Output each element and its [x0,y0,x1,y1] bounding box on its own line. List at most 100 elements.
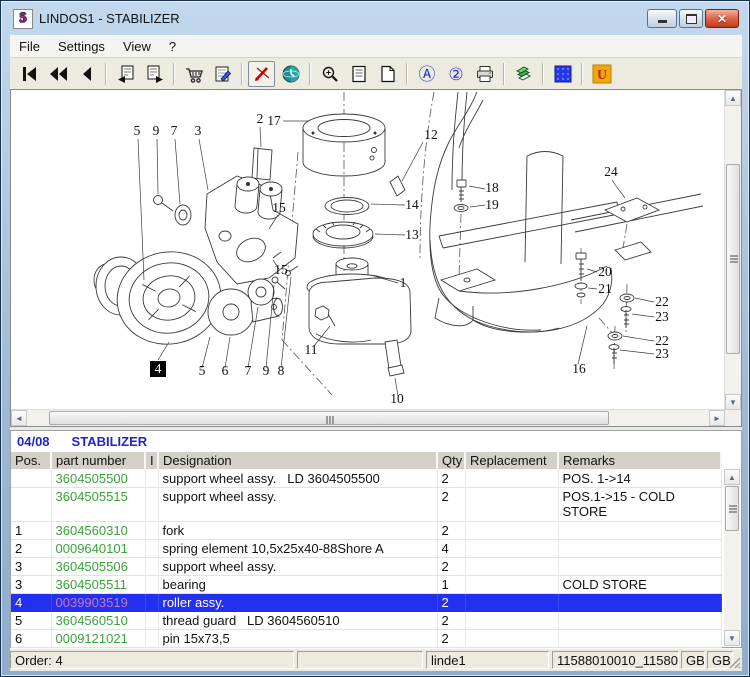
exploded-drawing[interactable]: 5 9 7 3 2 17 12 18 19 24 14 13 1 15 15 1… [11,90,725,410]
cart-icon [185,67,203,83]
menu-file[interactable]: File [10,37,49,56]
menu-settings[interactable]: Settings [49,37,114,56]
menu-view[interactable]: View [114,37,160,56]
toolbar-separator [309,62,311,85]
callout-5[interactable]: 5 [134,123,141,138]
col-designation[interactable]: Designation [158,452,438,470]
vscroll-thumb[interactable] [726,164,740,354]
callout-17[interactable]: 17 [267,113,281,128]
callout-23b[interactable]: 23 [655,346,669,361]
page-prev-icon [117,65,133,83]
table-row-selected[interactable]: 4 0039903519 roller assy. 2 [11,593,722,612]
cell-designation: fork [158,521,438,540]
col-part-number[interactable]: part number [51,452,146,470]
hscroll-thumb[interactable] [49,411,609,425]
callout-7b[interactable]: 7 [245,363,252,378]
cart-button[interactable] [180,61,207,87]
cell-part: 3604560310 [51,521,146,540]
callout-1[interactable]: 1 [400,275,407,290]
scroll-left-icon[interactable]: ◄ [11,410,27,426]
table-row[interactable]: 6 0009121021 pin 15x73,5 2 [11,629,722,648]
close-button[interactable]: ✕ [705,9,739,28]
table-row[interactable]: 1 3604560310 fork 2 [11,521,722,540]
doc-overview-button[interactable] [345,61,372,87]
marker-off-button[interactable] [248,60,275,87]
cell-i [145,469,159,488]
page-next-icon [147,65,163,83]
title-bar: 5 LINDOS1 - STABILIZER ✕ [1,1,749,35]
table-row[interactable]: 5 3604560510 thread guard LD 3604560510 2 [11,611,722,630]
table-row[interactable]: 3 3604505511 bearing 1 COLD STORE [11,575,722,594]
callout-18[interactable]: 18 [485,180,499,195]
callout-20[interactable]: 20 [598,264,612,279]
cell-designation: bearing [158,575,438,594]
callout-15[interactable]: 15 [272,200,286,215]
parts-grid-button[interactable] [549,61,576,87]
scroll-down-icon[interactable]: ▼ [725,394,741,410]
callout-13[interactable]: 13 [405,227,419,242]
callout-3[interactable]: 3 [195,123,202,138]
menu-help[interactable]: ? [160,37,185,56]
callout-9b[interactable]: 9 [263,363,270,378]
table-row[interactable]: 3604505500 support wheel assy. LD 3604505… [11,469,722,488]
callout-21[interactable]: 21 [598,281,612,296]
order-form-button[interactable] [209,61,236,87]
col-pos[interactable]: Pos. [11,452,52,470]
col-remarks[interactable]: Remarks [558,452,722,470]
cell-part: 0009640101 [51,539,146,558]
nav-prev-button[interactable] [73,61,100,87]
callout-8[interactable]: 8 [278,363,285,378]
cell-pos: 3 [11,575,52,594]
callout-19[interactable]: 19 [485,197,499,212]
status-order: Order: 4 [10,651,294,669]
callout-23[interactable]: 23 [655,309,669,324]
cell-i [145,521,159,540]
table-vscroll-thumb[interactable] [725,486,739,531]
linde-home-button[interactable]: U [588,61,615,87]
callout-14[interactable]: 14 [405,197,419,212]
callout-24[interactable]: 24 [604,164,618,179]
scroll-right-icon[interactable]: ► [709,410,725,426]
callout-10[interactable]: 10 [390,391,404,406]
callout-9[interactable]: 9 [153,123,160,138]
find-circled-a-button[interactable]: Ⓐ [413,61,440,87]
callout-15[interactable]: 15 [274,262,288,277]
page-prev-button[interactable] [112,61,139,87]
callout-5b[interactable]: 5 [199,363,206,378]
callout-7[interactable]: 7 [171,123,178,138]
minimize-button[interactable] [647,9,677,28]
table-row[interactable]: 3604505515 support wheel assy. 2 POS.1->15 … [11,487,722,522]
callout-12[interactable]: 12 [424,127,438,142]
resize-grip-icon[interactable] [729,657,741,669]
cell-qty: 2 [437,611,466,630]
nav-first-button[interactable] [15,61,42,87]
diagram-viewport: 5 9 7 3 2 17 12 18 19 24 14 13 1 15 15 1… [10,89,742,427]
callout-11[interactable]: 11 [305,342,318,357]
scroll-up-icon[interactable]: ▲ [725,90,741,106]
zoom-in-button[interactable] [316,61,343,87]
callout-16[interactable]: 16 [572,361,586,376]
diagram-vscrollbar[interactable]: ▲ ▼ [724,90,741,410]
diagram-hscrollbar[interactable]: ◄ ► [11,409,725,426]
table-row[interactable]: 3 3604505506 support wheel assy. 2 [11,557,722,576]
callout-22[interactable]: 22 [655,294,669,309]
col-qty[interactable]: Qty [437,452,466,470]
col-replacement[interactable]: Replacement [465,452,559,470]
callout-2[interactable]: 2 [257,111,264,126]
exit-pages-button[interactable] [510,61,537,87]
doc-new-button[interactable] [374,61,401,87]
nav-prev-fast-button[interactable] [44,61,71,87]
table-scroll-down-icon[interactable]: ▼ [724,630,740,646]
callout-4-selected[interactable]: 4 [155,361,162,376]
world-button[interactable] [277,61,304,87]
callout-6[interactable]: 6 [222,363,229,378]
col-i[interactable]: I [145,452,159,470]
table-row[interactable]: 2 0009640101 spring element 10,5x25x40-88S… [11,539,722,558]
maximize-button[interactable] [679,9,703,28]
cell-designation: spring element 10,5x25x40-88Shore A [158,539,438,558]
table-scroll-up-icon[interactable]: ▲ [724,469,740,485]
find-circled-2-button[interactable]: ② [442,61,469,87]
table-vscrollbar[interactable]: ▲ ▼ [724,469,740,646]
print-button[interactable] [471,61,498,87]
page-next-button[interactable] [141,61,168,87]
